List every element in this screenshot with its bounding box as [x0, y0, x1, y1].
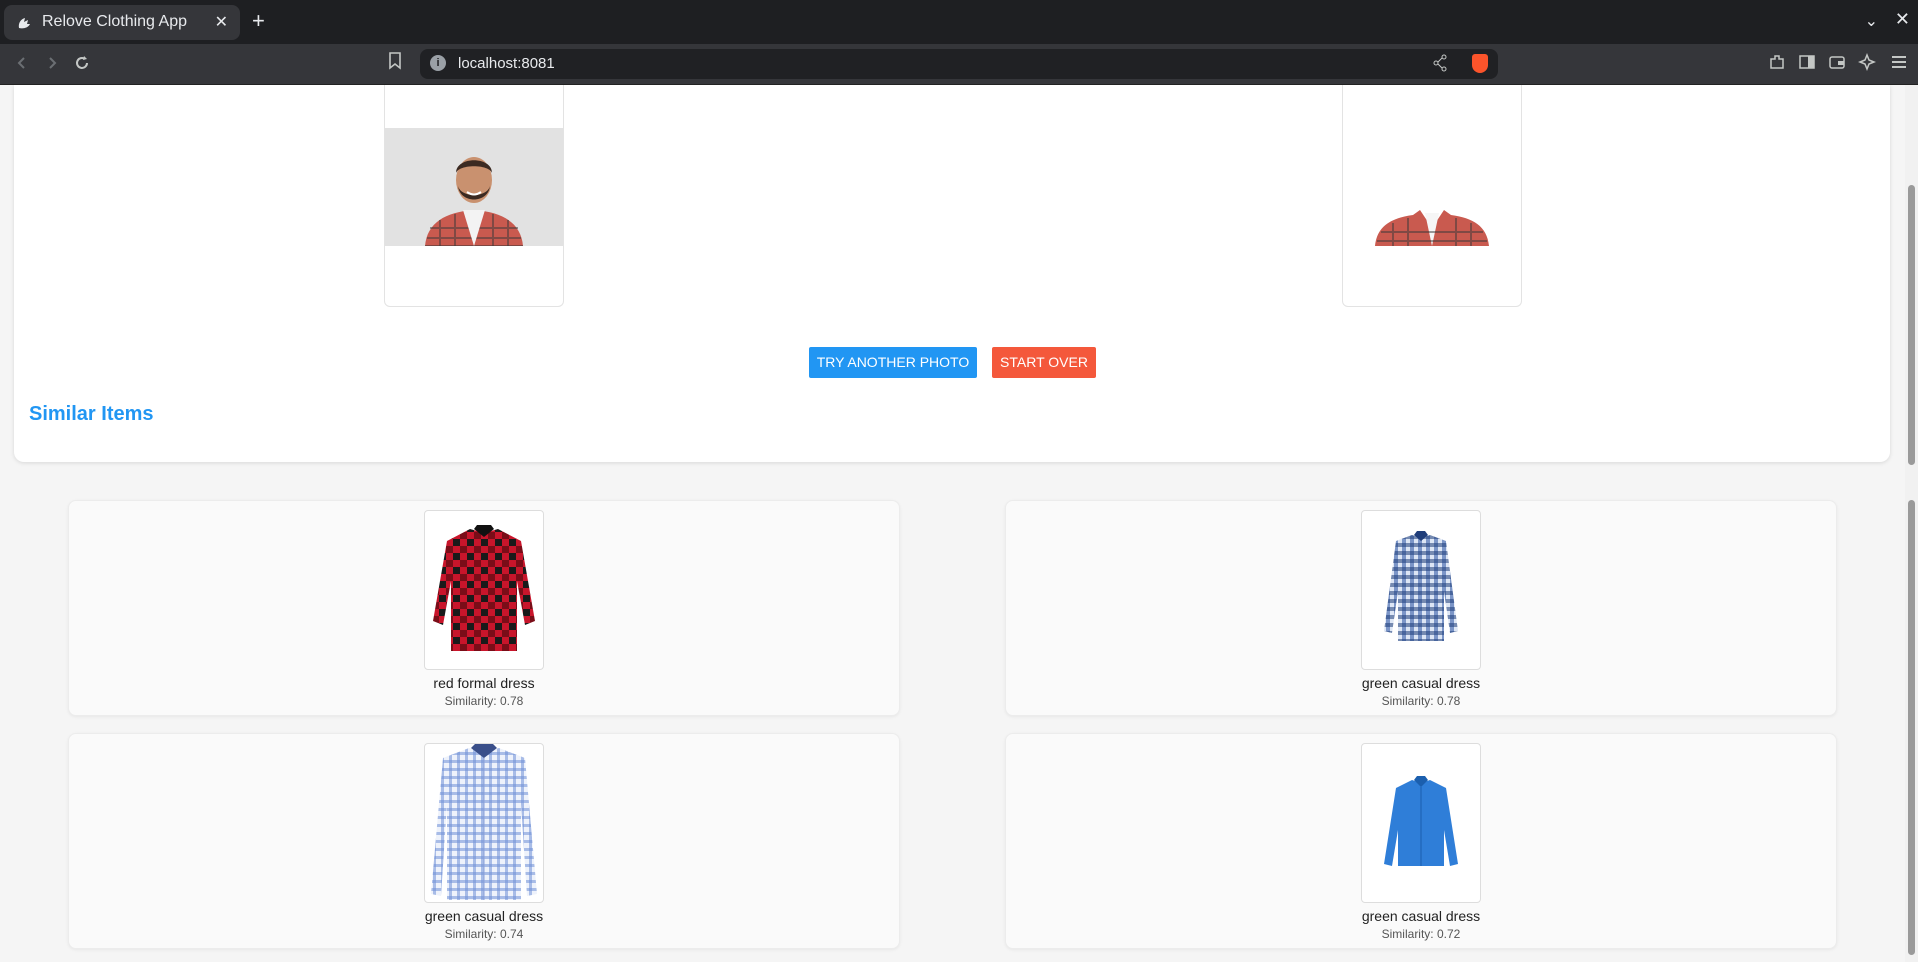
reload-icon[interactable]	[73, 54, 91, 72]
uploaded-photo-image	[385, 128, 563, 246]
item-name: green casual dress	[1361, 908, 1481, 924]
item-similarity: Similarity: 0.72	[1381, 927, 1461, 941]
list-item[interactable]: green casual dress Similarity: 0.78	[1005, 500, 1837, 716]
segmented-garment-box	[1342, 85, 1522, 307]
start-over-button[interactable]: START OVER	[992, 347, 1096, 378]
url-text[interactable]: localhost:8081	[458, 55, 555, 72]
item-thumbnail	[1361, 510, 1481, 670]
try-another-photo-button[interactable]: TRY ANOTHER PHOTO	[809, 347, 977, 378]
item-name: green casual dress	[1361, 675, 1481, 691]
item-thumbnail	[1361, 743, 1481, 903]
site-info-icon[interactable]: i	[430, 55, 446, 71]
app-favicon-icon	[18, 18, 30, 29]
item-thumbnail	[424, 510, 544, 670]
list-item[interactable]: red formal dress Similarity: 0.78	[68, 500, 900, 716]
share-icon[interactable]	[1432, 54, 1448, 72]
item-similarity: Similarity: 0.74	[444, 927, 524, 941]
item-similarity: Similarity: 0.78	[444, 694, 524, 708]
list-item[interactable]: green casual dress Similarity: 0.72	[1005, 733, 1837, 949]
similar-items-heading: Similar Items	[29, 403, 154, 425]
menu-icon[interactable]	[1890, 53, 1908, 71]
extensions-icon[interactable]	[1768, 53, 1786, 71]
wallet-icon[interactable]	[1828, 53, 1846, 71]
scrollbar-thumb-lower[interactable]	[1908, 500, 1915, 955]
uploaded-photo-box	[384, 85, 564, 307]
tab-list-chevron-icon[interactable]: ⌄	[1865, 11, 1878, 31]
tab-strip: Relove Clothing App ✕ + ⌄ ✕	[0, 0, 1918, 44]
page-content: TRY ANOTHER PHOTO START OVER Similar Ite…	[0, 85, 1905, 962]
bookmark-icon[interactable]	[388, 52, 402, 70]
sidebar-icon[interactable]	[1798, 53, 1816, 71]
segmented-garment-image	[1343, 128, 1521, 246]
item-similarity: Similarity: 0.78	[1381, 694, 1461, 708]
back-icon[interactable]	[14, 55, 30, 71]
leo-ai-icon[interactable]	[1858, 53, 1876, 71]
page-scrollbar[interactable]	[1905, 85, 1918, 962]
brave-shield-icon[interactable]	[1472, 54, 1488, 73]
address-bar[interactable]: i localhost:8081	[420, 49, 1498, 79]
tab-close-icon[interactable]: ✕	[215, 12, 228, 32]
item-name: red formal dress	[433, 675, 535, 691]
scrollbar-thumb-upper[interactable]	[1908, 185, 1915, 465]
item-thumbnail	[424, 743, 544, 903]
browser-toolbar: i localhost:8081	[0, 44, 1918, 85]
list-item[interactable]: green casual dress Similarity: 0.74	[68, 733, 900, 949]
tab-title: Relove Clothing App	[42, 13, 187, 30]
browser-tab[interactable]: Relove Clothing App ✕	[4, 5, 240, 40]
item-name: green casual dress	[424, 908, 544, 924]
new-tab-icon[interactable]: +	[252, 8, 265, 34]
window-close-icon[interactable]: ✕	[1895, 9, 1910, 30]
result-card: TRY ANOTHER PHOTO START OVER Similar Ite…	[14, 85, 1890, 462]
forward-icon[interactable]	[44, 55, 60, 71]
